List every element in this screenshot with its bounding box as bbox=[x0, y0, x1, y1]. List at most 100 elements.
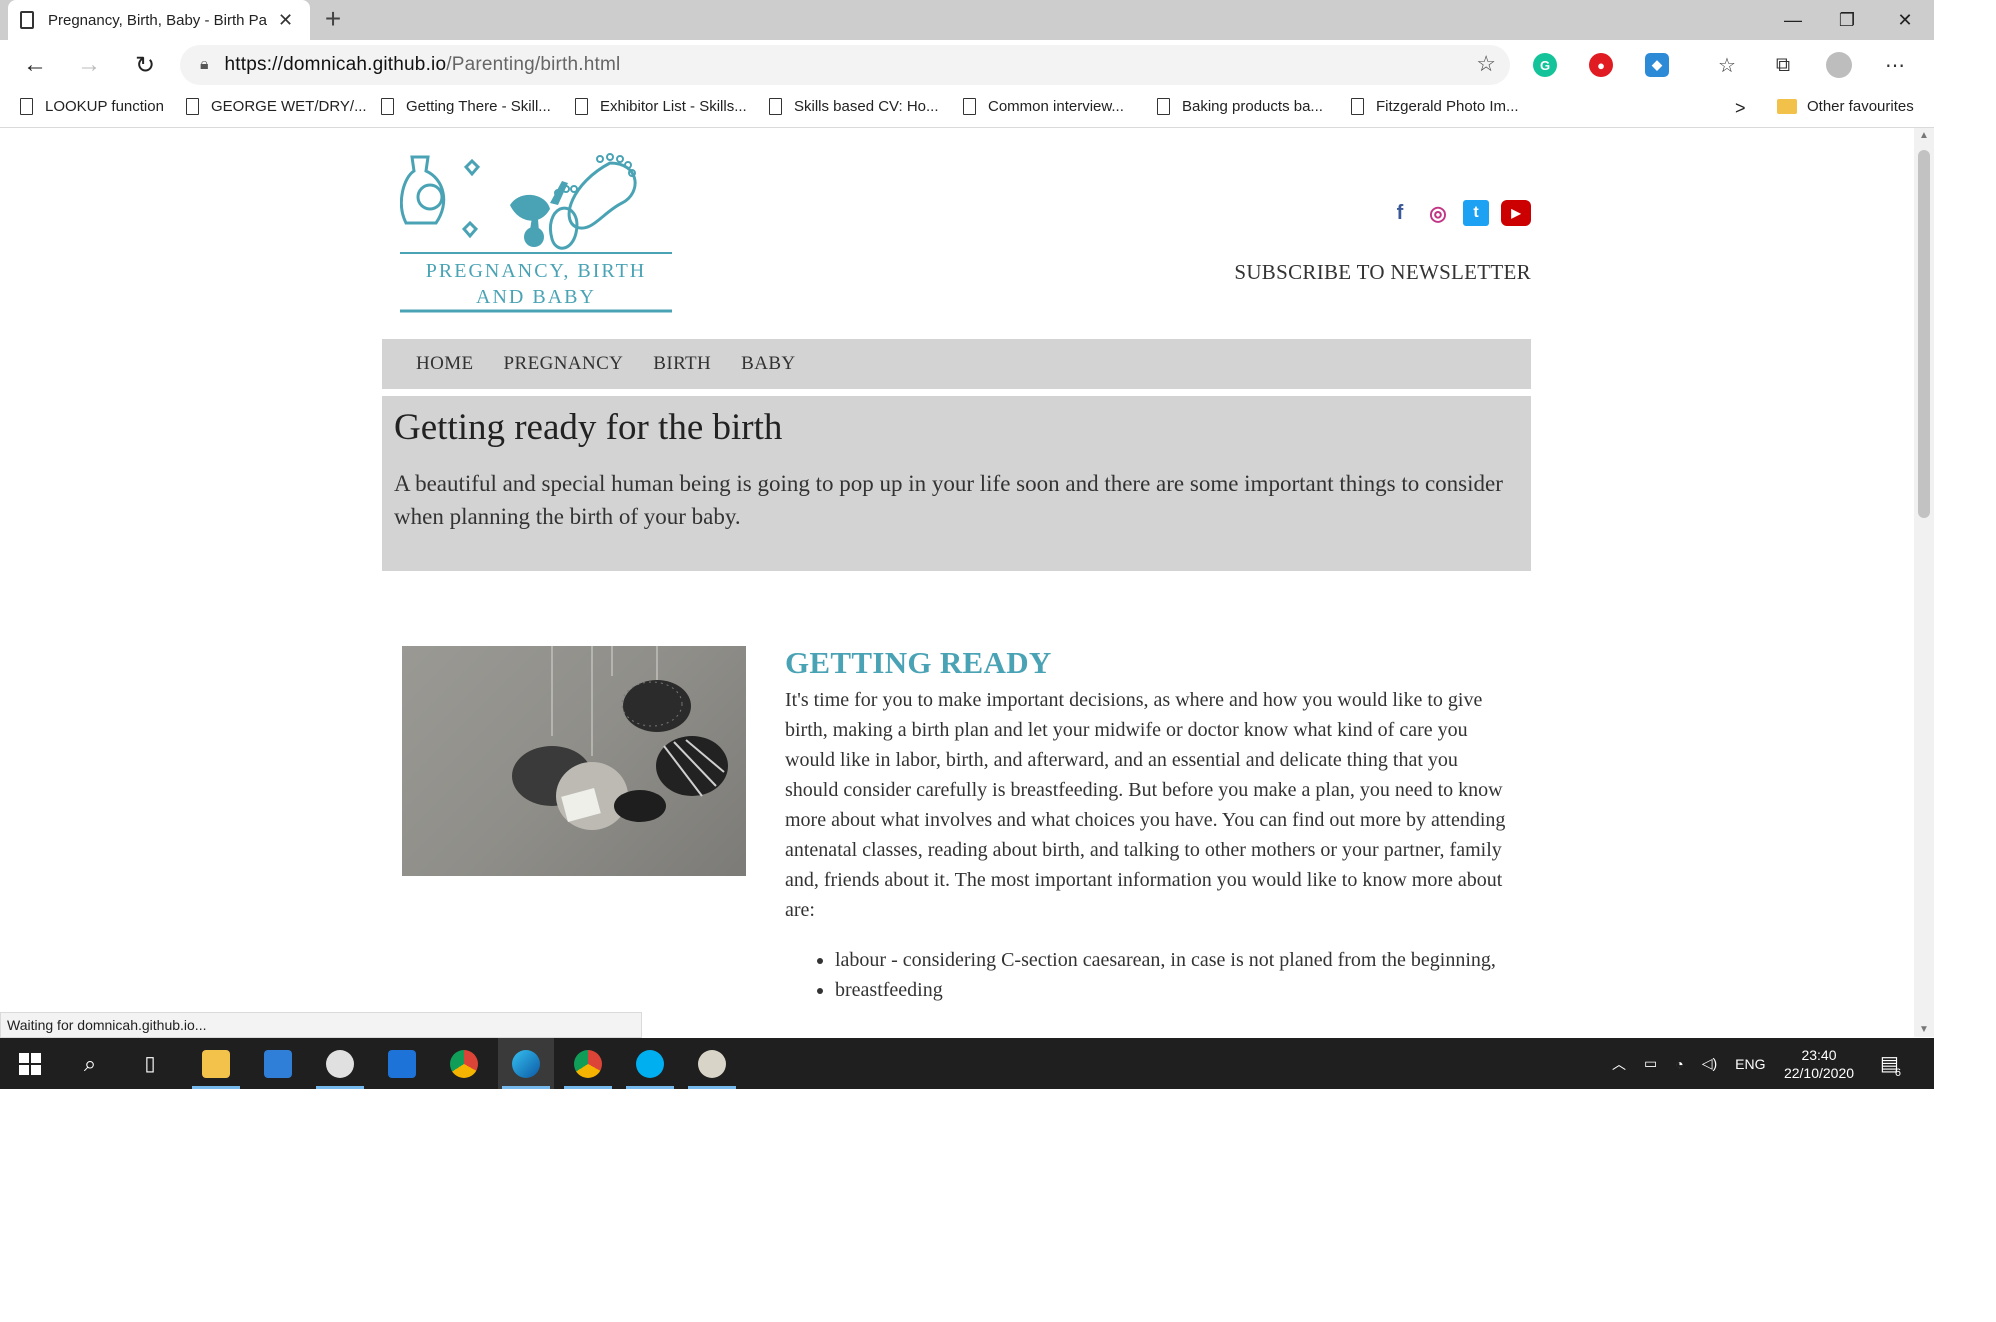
address-bar[interactable]: 🔒︎ https://domnicah.github.io/Parenting/… bbox=[180, 45, 1510, 85]
list-item: breastfeeding bbox=[835, 975, 1515, 1005]
task-view-icon[interactable]: ▯ bbox=[122, 1038, 178, 1089]
document-icon bbox=[20, 98, 33, 115]
logo-line2: AND BABY bbox=[476, 286, 596, 308]
browser-toolbar: ← → ↻ 🔒︎ https://domnicah.github.io/Pare… bbox=[0, 40, 1934, 90]
favourite-label: GEORGE WET/DRY/... bbox=[211, 98, 367, 115]
other-favourites-folder[interactable]: Other favourites bbox=[1777, 98, 1914, 115]
chevron-up-icon[interactable]: ︿ bbox=[1612, 1054, 1626, 1074]
edge-icon[interactable] bbox=[498, 1038, 554, 1089]
clock[interactable]: 23:40 22/10/2020 bbox=[1774, 1046, 1864, 1082]
youtube-icon[interactable]: ▶ bbox=[1501, 200, 1531, 226]
start-button[interactable] bbox=[2, 1038, 58, 1089]
favourite-item[interactable]: GEORGE WET/DRY/... bbox=[186, 98, 367, 115]
windows-logo-icon bbox=[19, 1052, 41, 1075]
wifi-icon[interactable]: ◔ bbox=[1675, 1056, 1683, 1072]
battery-icon[interactable]: ▭ bbox=[1644, 1055, 1657, 1072]
favourite-item[interactable]: LOOKUP function bbox=[20, 98, 164, 115]
more-menu-icon[interactable]: ⋯ bbox=[1880, 50, 1910, 80]
url-host: https://domnicah.github.io bbox=[224, 54, 447, 75]
mail-icon[interactable] bbox=[250, 1038, 306, 1089]
info-list: labour - considering C-section caesarean… bbox=[785, 945, 1515, 1005]
favourite-label: Fitzgerald Photo Im... bbox=[1376, 98, 1519, 115]
instagram-icon[interactable]: ◎ bbox=[1425, 200, 1451, 226]
page-title: Getting ready for the birth bbox=[394, 407, 783, 448]
system-tray: ︿ ▭ ◔ ◁) ENG bbox=[1612, 1038, 1765, 1089]
store-icon[interactable] bbox=[374, 1038, 430, 1089]
scroll-up-arrow-icon[interactable]: ▲ bbox=[1914, 130, 1934, 141]
favourite-label: Common interview... bbox=[988, 98, 1124, 115]
adblock-icon[interactable]: ● bbox=[1589, 53, 1613, 77]
favourite-label: LOOKUP function bbox=[45, 98, 164, 115]
other-favourites-label: Other favourites bbox=[1807, 98, 1914, 115]
folder-icon bbox=[1777, 99, 1797, 114]
extension-icon[interactable]: ◆ bbox=[1645, 53, 1669, 77]
grammarly-icon[interactable]: G bbox=[1533, 53, 1557, 77]
scrollbar-thumb[interactable] bbox=[1918, 150, 1930, 518]
menu-item-birth[interactable]: BIRTH bbox=[653, 353, 711, 375]
section-title: GETTING READY bbox=[785, 645, 1052, 680]
language-indicator[interactable]: ENG bbox=[1735, 1056, 1765, 1072]
slack-icon[interactable] bbox=[312, 1038, 368, 1089]
twitter-icon[interactable]: t bbox=[1463, 200, 1489, 226]
scroll-down-arrow-icon[interactable]: ▼ bbox=[1914, 1024, 1934, 1035]
status-bar: Waiting for domnicah.github.io... bbox=[0, 1012, 642, 1038]
url-path: /Parenting/birth.html bbox=[446, 54, 621, 75]
favourites-more-button[interactable]: > bbox=[1735, 98, 1746, 119]
section-text: It's time for you to make important deci… bbox=[785, 689, 1506, 921]
logo-line1: PREGNANCY, BIRTH bbox=[426, 260, 646, 282]
chrome-icon[interactable] bbox=[436, 1038, 492, 1089]
notification-icon[interactable]: ▤ 6 bbox=[1880, 1038, 1901, 1089]
restore-button[interactable]: ❐ bbox=[1818, 0, 1876, 40]
facebook-icon[interactable]: f bbox=[1387, 200, 1413, 226]
favourite-item[interactable]: Skills based CV: Ho... bbox=[769, 98, 939, 115]
collections-icon[interactable]: ⧉ bbox=[1768, 50, 1798, 80]
photo-illustration bbox=[512, 646, 728, 830]
favourite-label: Skills based CV: Ho... bbox=[794, 98, 939, 115]
file-explorer-icon[interactable] bbox=[188, 1038, 244, 1089]
page-icon bbox=[20, 11, 34, 29]
favourite-label: Getting There - Skill... bbox=[406, 98, 551, 115]
favourites-bar: LOOKUP function GEORGE WET/DRY/... Getti… bbox=[0, 90, 1934, 128]
search-icon[interactable]: ⌕ bbox=[62, 1038, 118, 1089]
favourite-item[interactable]: Baking products ba... bbox=[1157, 98, 1323, 115]
refresh-icon[interactable]: ↻ bbox=[128, 48, 162, 82]
browser-window: Pregnancy, Birth, Baby - Birth Pa ✕ + — … bbox=[0, 0, 1934, 1089]
document-icon bbox=[575, 98, 588, 115]
browser-tab[interactable]: Pregnancy, Birth, Baby - Birth Pa ✕ bbox=[8, 0, 310, 40]
menu-item-baby[interactable]: BABY bbox=[741, 353, 795, 375]
document-icon bbox=[963, 98, 976, 115]
favourite-item[interactable]: Common interview... bbox=[963, 98, 1124, 115]
skype-icon[interactable] bbox=[622, 1038, 678, 1089]
close-window-button[interactable]: ✕ bbox=[1876, 0, 1934, 40]
document-icon bbox=[186, 98, 199, 115]
screen: Pregnancy, Birth, Baby - Birth Pa ✕ + — … bbox=[0, 0, 1996, 1322]
social-links: f ◎ t ▶ bbox=[1387, 200, 1531, 226]
chrome-profile-icon[interactable] bbox=[560, 1038, 616, 1089]
favourites-list-icon[interactable]: ☆ bbox=[1712, 50, 1742, 80]
volume-icon[interactable]: ◁) bbox=[1702, 1055, 1717, 1072]
forward-arrow-icon[interactable]: → bbox=[72, 48, 106, 82]
paint-icon[interactable] bbox=[684, 1038, 740, 1089]
document-icon bbox=[1351, 98, 1364, 115]
favourite-item[interactable]: Getting There - Skill... bbox=[381, 98, 551, 115]
menu-item-pregnancy[interactable]: PREGNANCY bbox=[504, 353, 624, 375]
menu-item-home[interactable]: HOME bbox=[416, 353, 474, 375]
profile-avatar[interactable] bbox=[1824, 50, 1854, 80]
document-icon bbox=[1157, 98, 1170, 115]
url-text: https://domnicah.github.io/Parenting/bir… bbox=[225, 54, 621, 76]
new-tab-button[interactable]: + bbox=[318, 4, 348, 34]
favourite-label: Baking products ba... bbox=[1182, 98, 1323, 115]
notification-count: 6 bbox=[1894, 1066, 1902, 1079]
main-menu: HOME PREGNANCY BIRTH BABY bbox=[382, 339, 1531, 389]
favourite-item[interactable]: Fitzgerald Photo Im... bbox=[1351, 98, 1519, 115]
tab-close-icon[interactable]: ✕ bbox=[278, 10, 293, 31]
back-arrow-icon[interactable]: ← bbox=[18, 48, 52, 82]
minimize-button[interactable]: — bbox=[1764, 0, 1822, 40]
site-logo[interactable]: PREGNANCY, BIRTH AND BABY bbox=[400, 153, 672, 313]
favourite-item[interactable]: Exhibitor List - Skills... bbox=[575, 98, 747, 115]
document-icon bbox=[769, 98, 782, 115]
subscribe-link[interactable]: SUBSCRIBE TO NEWSLETTER bbox=[1234, 260, 1531, 285]
baby-mobile-photo bbox=[402, 646, 746, 876]
favorite-star-icon[interactable]: ☆ bbox=[1476, 51, 1496, 77]
vertical-scrollbar[interactable]: ▲ ▼ bbox=[1914, 128, 1934, 1037]
